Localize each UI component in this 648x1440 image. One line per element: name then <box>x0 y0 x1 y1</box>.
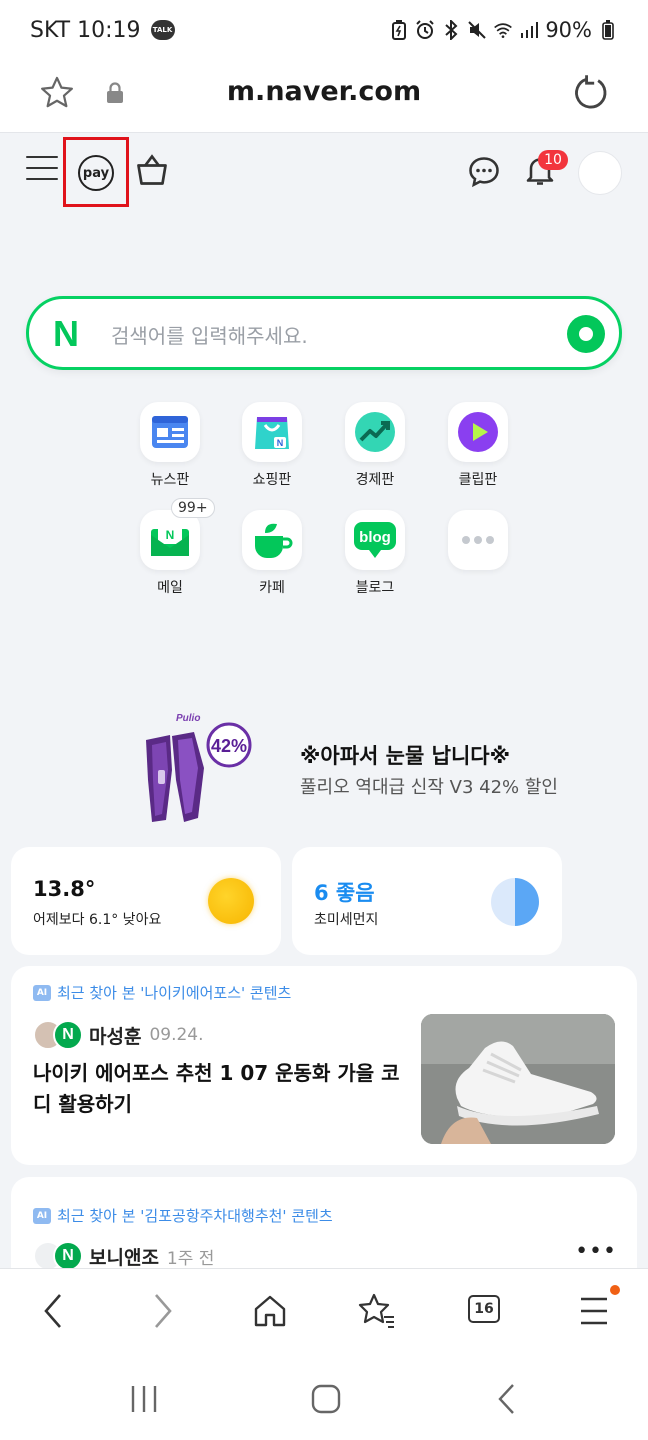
post-date: 09.24. <box>149 1025 204 1045</box>
blog-icon-text: blog <box>359 529 391 546</box>
reload-icon[interactable] <box>572 74 610 116</box>
ad-product-image: Pulio 42% <box>146 713 252 822</box>
profile-avatar[interactable] <box>578 151 622 195</box>
feed-thumbnail[interactable] <box>421 1014 615 1144</box>
naver-n-logo: N <box>53 313 79 354</box>
battery-percent: 90% <box>545 18 592 42</box>
clip-play-icon <box>448 402 508 462</box>
naver-pay-button[interactable]: pay <box>78 155 114 191</box>
status-bar: SKT 10:19 TALK 90% <box>0 0 648 60</box>
naver-n-badge-icon: N <box>53 1241 83 1271</box>
system-navigation-bar <box>0 1358 648 1440</box>
system-home-icon[interactable] <box>310 1383 342 1419</box>
feed-author-row: N 보니앤조 1주 전 <box>33 1241 214 1271</box>
shortcut-more[interactable] <box>438 510 518 570</box>
more-options-icon[interactable]: ••• <box>575 1239 617 1264</box>
author-name[interactable]: 마성훈 <box>89 1022 141 1049</box>
sneaker-image <box>421 1014 615 1144</box>
talk-chat-icon[interactable] <box>466 154 502 194</box>
shortcut-label: 메일 <box>157 580 183 596</box>
new-indicator-dot <box>610 1285 620 1295</box>
hamburger-menu-icon[interactable] <box>26 156 58 186</box>
browser-url-bar: m.naver.com <box>0 60 648 133</box>
feed-headline[interactable]: 나이키 에어포스 추천 1 07 운동화 가을 코디 활용하기 <box>33 1058 413 1120</box>
shortcut-shopping[interactable]: N 쇼핑판 <box>232 402 312 489</box>
mail-icon: N 99+ <box>140 498 215 570</box>
more-icon <box>448 510 508 570</box>
alarm-icon <box>415 20 435 40</box>
feed-context-line: AI 최근 찾아 본 '나이키에어포스' 콘텐츠 <box>33 982 291 1003</box>
svg-text:N: N <box>277 438 284 448</box>
shortcut-label: 블로그 <box>355 580 395 596</box>
shortcut-clip[interactable]: 클립판 <box>438 402 518 489</box>
ad-brand-logo: Pulio <box>176 713 200 724</box>
shortcut-blog[interactable]: blog 블로그 <box>335 510 415 597</box>
shortcut-label: 카페 <box>259 580 285 596</box>
system-back-icon[interactable] <box>494 1382 518 1420</box>
menu-icon[interactable] <box>578 1291 610 1335</box>
mail-unread-badge: 99+ <box>171 498 215 518</box>
weather-temperature: 13.8° <box>33 877 96 901</box>
notification-count-badge: 10 <box>538 150 568 170</box>
battery-saver-icon <box>389 20 409 40</box>
bluetooth-icon <box>441 20 461 40</box>
author-name[interactable]: 보니앤조 <box>89 1243 159 1270</box>
naver-header: pay 10 <box>0 134 648 214</box>
feed-card[interactable]: AI 최근 찾아 본 '나이키에어포스' 콘텐츠 N 마성훈 09.24. 나이… <box>11 966 637 1165</box>
feed-author-row: N 마성훈 09.24. <box>33 1020 204 1050</box>
tabs-icon[interactable]: 16 <box>468 1295 500 1323</box>
ad-banner[interactable]: Pulio 42% ※아파서 눈물 납니다※ 풀리오 역대급 신작 V3 42%… <box>0 700 648 830</box>
kakaotalk-icon: TALK <box>150 20 175 40</box>
mute-icon <box>467 20 487 40</box>
forward-icon[interactable] <box>148 1291 178 1335</box>
feed-context: 최근 찾아 본 '김포공항주차대행추천' 콘텐츠 <box>57 1207 333 1225</box>
shortcut-label: 경제판 <box>355 472 395 488</box>
fine-dust-value: 6 좋음 <box>314 881 375 905</box>
search-input[interactable]: 검색어를 입력해주세요. <box>111 320 308 349</box>
green-dot-button[interactable] <box>567 315 605 353</box>
shortcut-cafe[interactable]: 카페 <box>232 510 312 597</box>
news-icon <box>140 402 200 462</box>
ad-title: ※아파서 눈물 납니다※ <box>300 744 511 768</box>
ad-subtitle: 풀리오 역대급 신작 V3 42% 할인 <box>300 777 558 798</box>
ai-icon: AI <box>33 984 51 1001</box>
blog-icon: blog <box>345 510 405 570</box>
shortcut-label: 쇼핑판 <box>252 472 292 488</box>
naver-n-badge-icon: N <box>53 1020 83 1050</box>
wifi-icon <box>493 20 513 40</box>
ad-discount-badge: 42% <box>211 736 247 756</box>
signal-icon <box>519 20 539 40</box>
carrier-time: SKT 10:19 <box>30 17 141 43</box>
shortcut-news[interactable]: 뉴스판 <box>130 402 210 489</box>
shortcut-economy[interactable]: 경제판 <box>335 402 415 489</box>
back-icon[interactable] <box>38 1291 68 1335</box>
home-icon[interactable] <box>252 1291 288 1335</box>
url-text[interactable]: m.naver.com <box>0 76 648 107</box>
feed-context: 최근 찾아 본 '나이키에어포스' 콘텐츠 <box>57 984 292 1002</box>
svg-text:N: N <box>166 528 175 542</box>
bookmarks-icon[interactable] <box>356 1291 396 1335</box>
weather-description: 어제보다 6.1° 낮아요 <box>33 912 162 928</box>
fine-dust-card[interactable]: 6 좋음 초미세먼지 <box>292 847 562 955</box>
shortcut-label: 클립판 <box>458 472 498 488</box>
sunny-icon <box>208 878 254 924</box>
shortcut-label: 뉴스판 <box>150 472 190 488</box>
battery-icon <box>598 20 618 40</box>
air-quality-icon <box>491 878 539 926</box>
fine-dust-label: 초미세먼지 <box>314 912 379 928</box>
post-date: 1주 전 <box>166 1248 215 1269</box>
shopping-icon: N <box>242 402 302 462</box>
cafe-icon <box>242 510 302 570</box>
recent-apps-icon[interactable] <box>128 1384 160 1418</box>
shopping-basket-icon[interactable] <box>134 152 170 192</box>
feed-context-line: AI 최근 찾아 본 '김포공항주차대행추천' 콘텐츠 <box>33 1205 333 1226</box>
browser-bottom-nav: 16 <box>0 1268 648 1358</box>
weather-card[interactable]: 13.8° 어제보다 6.1° 낮아요 <box>11 847 281 955</box>
search-box[interactable]: N 검색어를 입력해주세요. <box>26 296 622 370</box>
shortcut-mail[interactable]: N 99+ 메일 <box>130 498 215 597</box>
economy-icon <box>345 402 405 462</box>
ai-icon: AI <box>33 1207 51 1224</box>
